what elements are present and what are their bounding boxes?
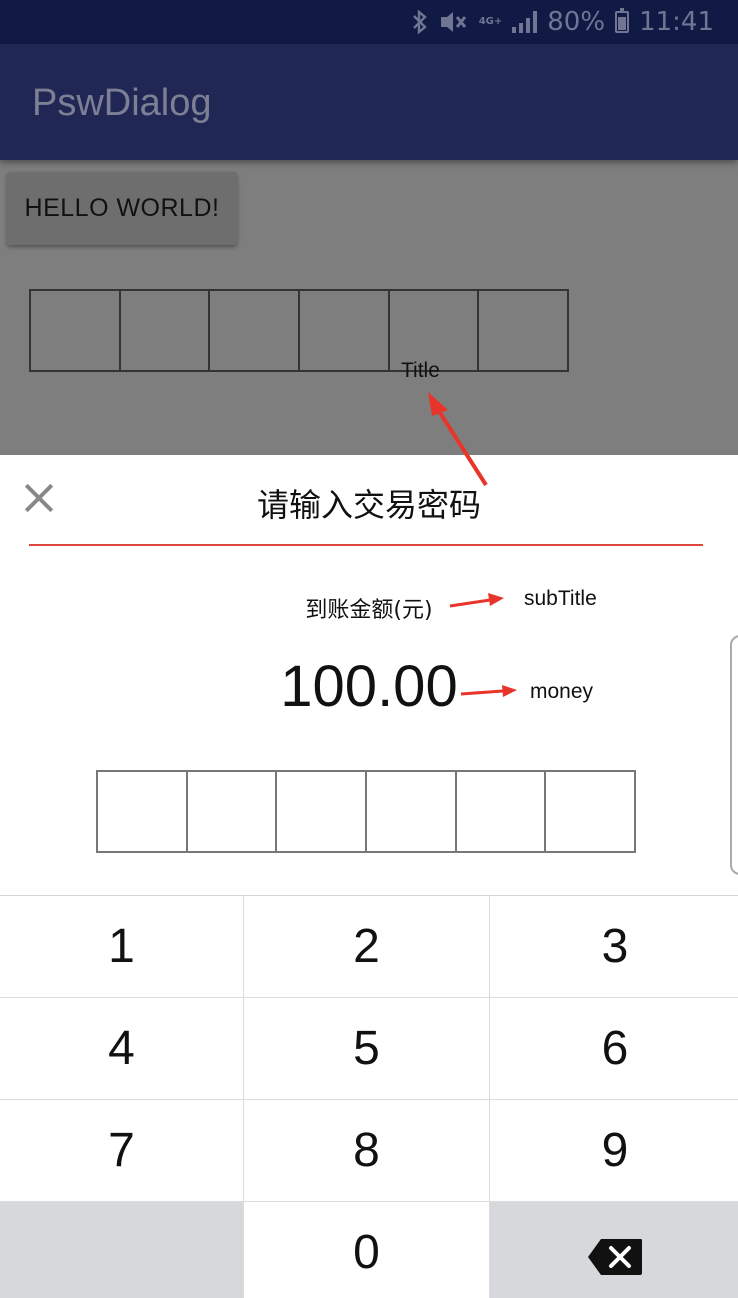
dialog-subtitle: 到账金额(元) — [305, 598, 433, 623]
number-keypad: 1 2 3 4 5 6 7 8 9 0 — [0, 895, 738, 1298]
annotation-title: Title — [401, 359, 440, 382]
password-box — [121, 291, 211, 370]
password-digit-box[interactable] — [457, 772, 547, 851]
app-title: PswDialog — [32, 82, 212, 124]
key-2[interactable]: 2 — [244, 896, 489, 997]
background-password-boxes — [29, 289, 569, 372]
edge-panel-handle[interactable] — [730, 635, 738, 875]
hello-world-button[interactable]: HELLO WORLD! — [7, 172, 237, 245]
title-divider — [29, 544, 703, 546]
delete-key[interactable] — [490, 1202, 738, 1298]
dialog-title: 请输入交易密码 — [256, 486, 481, 524]
backspace-icon — [587, 1233, 643, 1275]
battery-percent: 80% — [547, 7, 606, 37]
password-dialog: 请输入交易密码 到账金额(元) 100.00 1 2 3 4 5 6 7 8 9… — [0, 455, 738, 1298]
key-8[interactable]: 8 — [244, 1100, 489, 1201]
status-icons: 4G+ 80% 11:41 — [411, 0, 714, 44]
password-digit-box[interactable] — [98, 772, 188, 851]
password-box — [479, 291, 567, 370]
battery-icon — [615, 8, 630, 33]
password-digit-box[interactable] — [546, 772, 634, 851]
key-empty — [0, 1202, 243, 1298]
money-amount: 100.00 — [280, 654, 458, 719]
key-6[interactable]: 6 — [490, 998, 738, 1099]
mute-vibrate-icon — [439, 9, 469, 35]
password-input-boxes[interactable] — [96, 770, 636, 853]
signal-icon — [512, 11, 538, 33]
password-digit-box[interactable] — [277, 772, 368, 851]
network-4g-icon: 4G+ — [478, 16, 503, 27]
password-box — [300, 291, 390, 370]
bluetooth-icon — [411, 9, 429, 35]
status-time: 11:41 — [639, 7, 714, 37]
status-bar: 4G+ 80% 11:41 — [0, 0, 738, 44]
password-digit-box[interactable] — [188, 772, 278, 851]
key-5[interactable]: 5 — [244, 998, 489, 1099]
key-1[interactable]: 1 — [0, 896, 243, 997]
annotation-money: money — [530, 680, 594, 703]
app-bar: PswDialog — [0, 44, 738, 160]
key-4[interactable]: 4 — [0, 998, 243, 1099]
key-0[interactable]: 0 — [244, 1202, 489, 1298]
key-7[interactable]: 7 — [0, 1100, 243, 1201]
annotation-subtitle: subTitle — [524, 587, 597, 610]
password-digit-box[interactable] — [367, 772, 457, 851]
password-box — [210, 291, 301, 370]
password-box — [31, 291, 121, 370]
key-9[interactable]: 9 — [490, 1100, 738, 1201]
key-3[interactable]: 3 — [490, 896, 738, 997]
